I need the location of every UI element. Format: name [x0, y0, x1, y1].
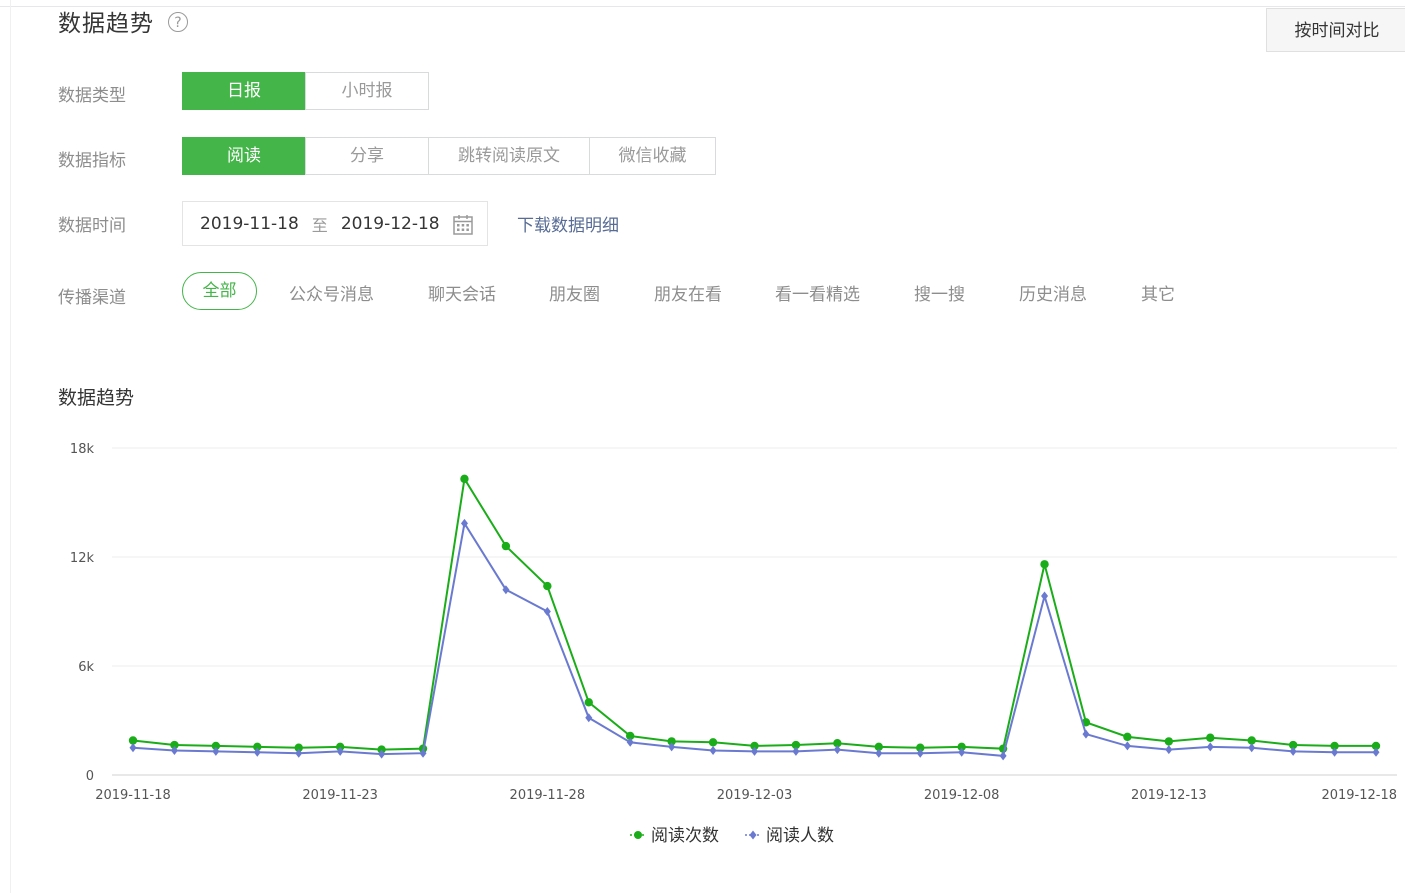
data-type-selector: 日报 小时报	[182, 72, 429, 110]
start-date: 2019-11-18	[200, 213, 299, 234]
data-point	[1164, 737, 1174, 746]
help-icon[interactable]: ?	[168, 12, 188, 32]
metric-selector: 阅读 分享 跳转阅读原文 微信收藏	[182, 137, 716, 175]
data-point	[1248, 743, 1256, 753]
download-details-link[interactable]: 下载数据明细	[517, 211, 619, 236]
x-tick-label: 2019-11-18	[95, 788, 171, 803]
legend-marker	[634, 831, 642, 839]
compare-by-time-button[interactable]: 按时间对比	[1266, 8, 1405, 52]
data-point	[129, 743, 137, 753]
data-point	[543, 607, 551, 616]
y-tick-label: 6k	[78, 660, 94, 675]
metric-option-read[interactable]: 阅读	[182, 137, 306, 175]
x-tick-label: 2019-11-23	[302, 788, 378, 803]
channel-moments[interactable]: 朋友圈	[549, 280, 600, 305]
data-point	[543, 581, 552, 591]
channel-official-account[interactable]: 公众号消息	[289, 280, 374, 305]
data-point	[999, 751, 1007, 761]
date-separator: 至	[311, 215, 328, 235]
data-point	[501, 541, 511, 551]
chart-title: 数据趋势	[58, 387, 135, 409]
data-point	[1123, 741, 1131, 751]
data-point	[1206, 742, 1214, 752]
x-tick-label: 2019-12-18	[1321, 788, 1397, 803]
y-tick-label: 18k	[70, 442, 95, 457]
data-point	[709, 745, 717, 755]
data-point	[1040, 560, 1049, 569]
channel-top-stories[interactable]: 看一看精选	[775, 280, 860, 305]
series-line-1	[132, 476, 1376, 751]
channel-label: 传播渠道	[58, 288, 126, 308]
trend-chart: 0 6k 12k 18k 2019-11-18 2019-11-23 2019-11-28 2…	[70, 442, 1397, 846]
data-point	[585, 713, 593, 723]
calendar-icon[interactable]	[453, 214, 473, 240]
x-tick-label: 2019-12-13	[1131, 788, 1207, 803]
data-point	[1041, 591, 1049, 601]
metric-option-wechat-favorite[interactable]: 微信收藏	[589, 137, 716, 175]
metric-option-read-original[interactable]: 跳转阅读原文	[428, 137, 590, 175]
data-point	[1082, 729, 1090, 739]
time-label: 数据时间	[58, 216, 126, 236]
data-point	[1123, 732, 1132, 742]
legend-label: 阅读次数	[651, 826, 719, 846]
legend-label: 阅读人数	[766, 826, 834, 846]
data-point	[1165, 745, 1173, 755]
channel-other[interactable]: 其它	[1141, 280, 1175, 305]
y-tick-label: 0	[86, 769, 94, 784]
channel-history[interactable]: 历史消息	[1019, 280, 1087, 305]
channel-search[interactable]: 搜一搜	[914, 280, 965, 305]
data-point	[460, 474, 469, 484]
channel-friends-watching[interactable]: 朋友在看	[654, 280, 722, 305]
end-date: 2019-12-18	[340, 213, 440, 234]
data-point	[1206, 733, 1215, 742]
y-tick-label: 12k	[70, 551, 95, 566]
date-range-picker[interactable]: 2019-11-18 至 2019-12-18	[182, 201, 488, 246]
series-line-2	[132, 520, 1376, 757]
metric-label: 数据指标	[58, 151, 126, 171]
x-tick-label: 2019-11-28	[510, 788, 586, 803]
data-type-label: 数据类型	[58, 86, 126, 106]
page-title: 数据趋势	[58, 11, 154, 37]
data-type-option-hourly[interactable]: 小时报	[305, 72, 429, 110]
channel-chat[interactable]: 聊天会话	[428, 280, 496, 305]
top-border	[0, 0, 1405, 7]
x-tick-label: 2019-12-03	[717, 788, 793, 803]
metric-option-share[interactable]: 分享	[305, 137, 429, 175]
data-point	[708, 738, 718, 747]
data-type-option-daily[interactable]: 日报	[182, 72, 306, 110]
legend-marker	[749, 830, 757, 840]
data-point	[584, 698, 593, 707]
channel-all[interactable]: 全部	[182, 272, 257, 310]
x-tick-label: 2019-12-08	[924, 788, 1000, 803]
